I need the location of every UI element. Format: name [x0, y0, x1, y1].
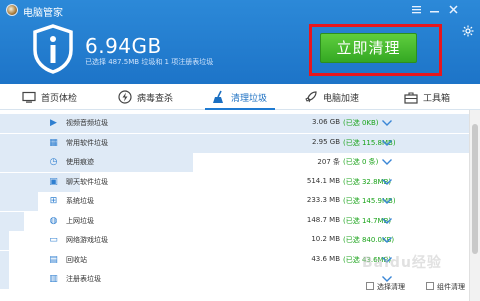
chevron-down-icon[interactable] — [381, 234, 393, 246]
list-item[interactable]: ▶ 视频音频垃圾 3.06 GB (已选 0KB) — [0, 114, 470, 133]
row-label: 视频音频垃圾 — [66, 119, 108, 127]
gamepad-icon: ▭ — [49, 235, 58, 245]
title-bar: 电脑管家 — [0, 0, 480, 20]
chevron-down-icon[interactable] — [381, 137, 393, 149]
chat-icon: ▣ — [49, 176, 58, 187]
watermark: Baidu经验 — [362, 255, 442, 271]
row-size: 10.2 MB — [311, 235, 340, 243]
play-icon: ▶ — [50, 118, 57, 128]
component-clean-button[interactable]: 组件清理 — [426, 282, 465, 296]
selection-summary: 已选择 487.5MB 垃圾和 1 项注册表垃圾 — [85, 58, 214, 66]
junk-size: 6.94GB — [85, 34, 162, 58]
scrollbar-thumb[interactable] — [472, 124, 478, 254]
row-selected-amount: (已选 0KB) — [343, 119, 379, 127]
tab-label: 首页体检 — [41, 93, 78, 104]
row-size: 43.6 MB — [311, 254, 340, 263]
clean-selection-button[interactable]: 选择清理 — [366, 282, 405, 296]
row-size: 233.3 MB — [306, 196, 340, 204]
row-label: 聊天软件垃圾 — [66, 177, 108, 186]
list-item[interactable]: ▣ 聊天软件垃圾 514.1 MB (已选 32.8MB) — [0, 172, 470, 192]
monitor-icon — [22, 91, 36, 103]
row-label: 回收站 — [66, 255, 87, 264]
row-size: 148.7 MB — [306, 215, 340, 224]
row-label: 注册表垃圾 — [66, 275, 101, 283]
chevron-down-icon[interactable] — [381, 215, 393, 227]
tab-home-checkup[interactable]: 首页体检 — [22, 84, 77, 110]
settings-icon[interactable] — [462, 25, 474, 37]
broom-icon — [213, 90, 223, 103]
app-icon: ▦ — [49, 137, 58, 148]
chevron-down-icon[interactable] — [381, 195, 393, 207]
row-size: 207 条 — [317, 158, 340, 166]
row-size: 2.95 GB — [311, 137, 340, 146]
toolbox-icon — [404, 91, 418, 104]
row-label: 常用软件垃圾 — [66, 138, 108, 147]
tab-virus-scan[interactable]: 病毒查杀 — [118, 84, 173, 110]
row-label: 系统垃圾 — [66, 197, 94, 205]
rocket-icon — [305, 91, 317, 103]
checkbox-icon — [426, 282, 434, 290]
app-logo — [6, 4, 18, 16]
windows-icon: ⊞ — [49, 196, 58, 206]
checkbox-icon — [366, 282, 374, 290]
clock-icon: ◷ — [49, 157, 58, 167]
chevron-down-icon[interactable] — [381, 156, 393, 168]
size-bar — [0, 270, 9, 289]
globe-icon: ◍ — [49, 215, 58, 226]
scrollbar[interactable] — [469, 110, 480, 301]
main-nav: 首页体检 病毒查杀 清理垃圾 电脑加速 工具箱 — [0, 84, 480, 110]
window-title: 电脑管家 — [23, 8, 63, 19]
list-item[interactable]: ▭ 网络游戏垃圾 10.2 MB (已选 840.0KB) — [0, 231, 470, 250]
list-item[interactable]: ▦ 常用软件垃圾 2.95 GB (已选 115.8MB) — [0, 133, 470, 153]
size-bar — [0, 231, 9, 250]
row-label: 上网垃圾 — [66, 216, 94, 225]
button-label: 选择清理 — [377, 283, 405, 291]
size-bar — [0, 192, 38, 211]
row-label: 网络游戏垃圾 — [66, 236, 108, 244]
clean-now-button[interactable]: 立即清理 — [320, 33, 417, 63]
button-label: 组件清理 — [437, 283, 465, 291]
list-item[interactable]: ⊞ 系统垃圾 233.3 MB (已选 145.9MB) — [0, 192, 470, 211]
tab-pc-speedup[interactable]: 电脑加速 — [304, 84, 359, 110]
chevron-down-icon[interactable] — [381, 176, 393, 188]
shield-icon — [33, 24, 73, 74]
tab-label: 病毒查杀 — [137, 93, 174, 104]
tab-clean-junk[interactable]: 清理垃圾 — [212, 84, 267, 110]
tab-label: 工具箱 — [423, 93, 451, 104]
close-icon[interactable] — [447, 3, 460, 16]
row-size: 514.1 MB — [306, 176, 340, 185]
tab-label: 电脑加速 — [323, 93, 360, 104]
menu-icon[interactable] — [410, 3, 423, 16]
junk-category-list: ▶ 视频音频垃圾 3.06 GB (已选 0KB) ▦ 常用软件垃圾 2.95 GB (已选 … — [0, 110, 470, 301]
header-panel: 电脑管家 6.94GB 已选择 487.5MB 垃圾和 1 项注册表垃圾 立即清… — [0, 0, 480, 84]
list-item[interactable]: ◍ 上网垃圾 148.7 MB (已选 14.7MB) — [0, 211, 470, 231]
tab-label: 清理垃圾 — [231, 93, 268, 104]
tab-toolbox[interactable]: 工具箱 — [404, 84, 450, 110]
size-bar — [0, 211, 24, 231]
row-label: 使用痕迹 — [66, 158, 94, 166]
registry-icon: ▥ — [49, 274, 58, 284]
lightning-shield-icon — [118, 90, 132, 104]
row-selected-amount: (已选 0 条) — [343, 158, 379, 166]
size-bar — [0, 153, 193, 172]
chevron-down-icon[interactable] — [381, 117, 393, 129]
app-window: 电脑管家 6.94GB 已选择 487.5MB 垃圾和 1 项注册表垃圾 立即清… — [0, 0, 480, 301]
size-bar — [0, 250, 9, 270]
minimize-icon[interactable] — [428, 3, 441, 16]
recycle-bin-icon: ▤ — [49, 254, 58, 265]
row-size: 3.06 GB — [311, 118, 340, 126]
list-item[interactable]: ◷ 使用痕迹 207 条 (已选 0 条) — [0, 153, 470, 172]
